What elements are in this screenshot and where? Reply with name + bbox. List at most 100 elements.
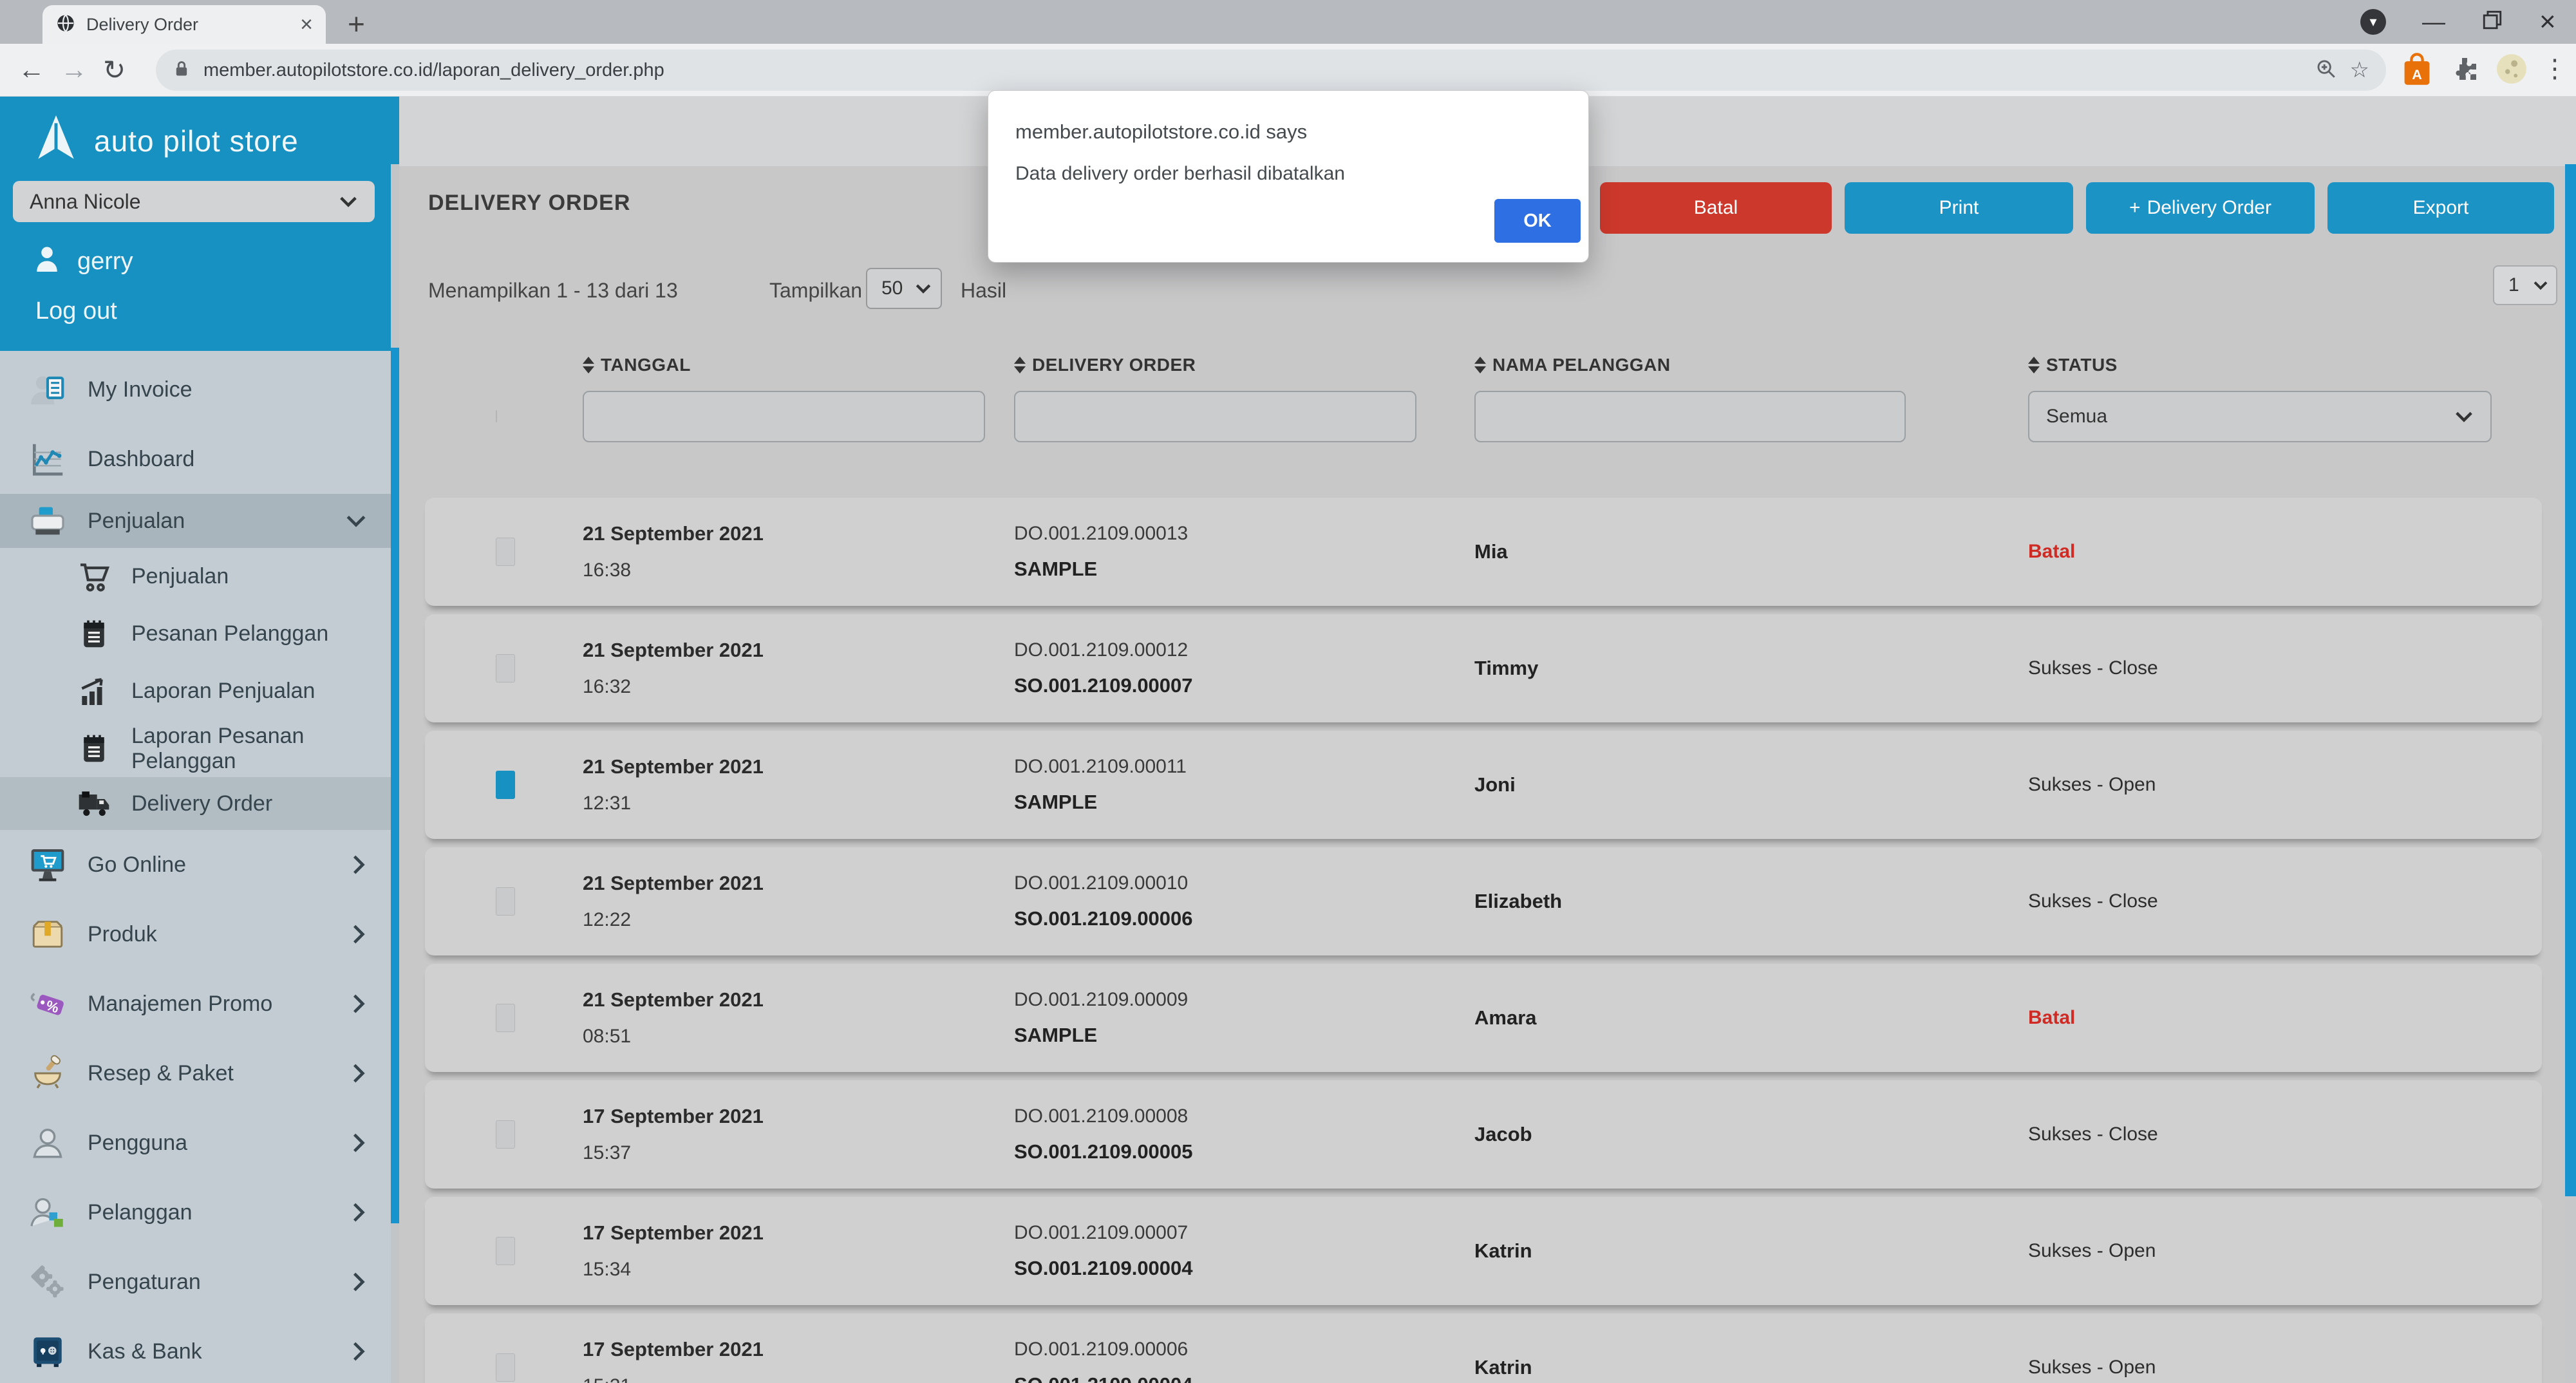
row-do-number: DO.001.2109.00007 [1014, 1222, 1474, 1244]
address-bar[interactable]: member.autopilotstore.co.id/laporan_deli… [156, 50, 2386, 91]
page-size-select[interactable]: 50 [866, 268, 942, 309]
browser-window: Delivery Order × + ▾ — × ← → ↻ member.au… [0, 0, 2576, 1383]
sidebar-item-laporan-penjualan[interactable]: Laporan Penjualan [0, 663, 399, 720]
filter-nama-pelanggan-input[interactable] [1474, 391, 1906, 442]
tampilkan-label: Tampilkan [769, 279, 862, 303]
chevron-right-icon [350, 1341, 367, 1362]
table-row[interactable]: 21 September 202116:38DO.001.2109.00013S… [425, 498, 2542, 606]
close-tab-icon[interactable]: × [300, 14, 313, 35]
row-customer: Elizabeth [1474, 890, 2028, 913]
batal-button[interactable]: Batal [1600, 182, 1832, 234]
forward-icon[interactable]: → [61, 54, 88, 85]
store-selector[interactable]: Anna Nicole [13, 181, 375, 222]
row-checkbox[interactable] [496, 1004, 515, 1032]
chevron-right-icon [350, 923, 367, 945]
content-scrollbar[interactable] [2565, 164, 2576, 1383]
sidebar-item-my-invoice[interactable]: My Invoice [0, 355, 399, 424]
safe-icon [27, 1331, 68, 1372]
filter-delivery-order-input[interactable] [1014, 391, 1416, 442]
browser-update-icon[interactable]: ▾ [2360, 9, 2386, 35]
row-status: Sukses - Open [2028, 774, 2542, 796]
autopilot-extension-icon[interactable]: A [2400, 52, 2434, 91]
table-body: 21 September 202116:38DO.001.2109.00013S… [425, 498, 2542, 1383]
close-window-button[interactable]: × [2539, 8, 2556, 36]
restore-window-button[interactable] [2481, 9, 2503, 35]
row-checkbox[interactable] [496, 771, 515, 799]
sidebar-scrollbar-thumb[interactable] [391, 348, 399, 1223]
table-row[interactable]: 21 September 202116:32DO.001.2109.00012S… [425, 614, 2542, 722]
sidebar-item-manajemen-promo[interactable]: %Manajemen Promo [0, 969, 399, 1039]
page-number-select[interactable]: 1 [2493, 265, 2557, 305]
new-tab-button[interactable]: + [348, 6, 365, 41]
filter-status-select[interactable]: Semua [2028, 391, 2492, 442]
row-checkbox[interactable] [496, 887, 515, 916]
bookmark-star-icon[interactable]: ☆ [2350, 57, 2369, 83]
profile-avatar[interactable] [2496, 53, 2528, 88]
sidebar-item-laporan-pesanan-pelanggan[interactable]: Laporan Pesanan Pelanggan [0, 720, 399, 777]
column-header-nama-pelanggan[interactable]: NAMA PELANGGAN [1474, 355, 2028, 375]
sidebar-item-penjualan[interactable]: Penjualan [0, 494, 399, 548]
sidebar-item-dashboard[interactable]: Dashboard [0, 424, 399, 494]
row-status: Sukses - Close [2028, 890, 2542, 912]
back-icon[interactable]: ← [18, 54, 45, 85]
row-date: 21 September 2021 [583, 988, 1014, 1011]
table-row[interactable]: 21 September 202108:51DO.001.2109.00009S… [425, 964, 2542, 1072]
sidebar-item-delivery-order[interactable]: Delivery Order [0, 777, 399, 830]
sidebar-item-produk[interactable]: Produk [0, 899, 399, 969]
table-row[interactable]: 17 September 202115:37DO.001.2109.00008S… [425, 1080, 2542, 1189]
row-customer: Timmy [1474, 657, 2028, 680]
extensions-puzzle-icon[interactable] [2449, 54, 2480, 88]
sort-icon [1474, 357, 1486, 373]
row-checkbox[interactable] [496, 1353, 515, 1382]
sidebar-scrollbar[interactable] [391, 164, 399, 1383]
column-header-status[interactable]: STATUS [2028, 355, 2540, 375]
chevron-right-icon [350, 1062, 367, 1084]
sidebar-item-go-online[interactable]: Go Online [0, 830, 399, 899]
globe-favicon-icon [55, 13, 76, 37]
content-scrollbar-thumb[interactable] [2565, 164, 2576, 1196]
dialog-ok-button[interactable]: OK [1494, 199, 1581, 243]
add-delivery-order-button[interactable]: +Delivery Order [2086, 182, 2315, 234]
row-customer: Mia [1474, 540, 2028, 563]
chevron-right-icon [350, 854, 367, 876]
tab-strip: Delivery Order × + ▾ — × [0, 0, 2576, 44]
cart-icon [76, 559, 112, 595]
row-checkbox[interactable] [496, 538, 515, 566]
row-time: 15:21 [583, 1375, 1014, 1383]
sidebar-item-penjualan[interactable]: Penjualan [0, 548, 399, 605]
sidebar-header: auto pilot store Anna Nicole gerry Log o… [0, 97, 399, 351]
column-header-tanggal[interactable]: TANGGAL [583, 355, 1014, 375]
row-checkbox[interactable] [496, 1120, 515, 1149]
sidebar-item-pesanan-pelanggan[interactable]: Pesanan Pelanggan [0, 605, 399, 663]
select-all-checkbox[interactable] [496, 410, 497, 422]
row-do-number: DO.001.2109.00011 [1014, 756, 1474, 778]
table-row[interactable]: 17 September 202115:21DO.001.2109.00006S… [425, 1313, 2542, 1383]
row-customer: Katrin [1474, 1356, 2028, 1379]
zoom-icon[interactable] [2315, 58, 2337, 83]
print-button[interactable]: Print [1845, 182, 2073, 234]
row-reference: SO.001.2109.00004 [1014, 1257, 1474, 1280]
table-row[interactable]: 17 September 202115:34DO.001.2109.00007S… [425, 1197, 2542, 1305]
sidebar-item-pengguna[interactable]: Pengguna [0, 1108, 399, 1178]
column-header-delivery-order[interactable]: DELIVERY ORDER [1014, 355, 1474, 375]
minimize-window-button[interactable]: — [2422, 10, 2445, 33]
table-row[interactable]: 21 September 202112:22DO.001.2109.00010S… [425, 847, 2542, 955]
logout-link[interactable]: Log out [35, 297, 117, 325]
row-date: 21 September 2021 [583, 755, 1014, 778]
reload-icon[interactable]: ↻ [103, 54, 126, 86]
row-do-number: DO.001.2109.00009 [1014, 989, 1474, 1011]
row-checkbox[interactable] [496, 654, 515, 682]
username: gerry [77, 248, 133, 276]
sidebar-item-resep-paket[interactable]: Resep & Paket [0, 1039, 399, 1108]
filter-tanggal-input[interactable] [583, 391, 985, 442]
browser-menu-kebab-icon[interactable]: ⋮ [2542, 54, 2568, 84]
sidebar-item-kas-bank[interactable]: Kas & Bank [0, 1317, 399, 1383]
sidebar-item-pengaturan[interactable]: Pengaturan [0, 1247, 399, 1317]
sidebar-item-pelanggan[interactable]: Pelanggan [0, 1178, 399, 1247]
row-checkbox[interactable] [496, 1237, 515, 1265]
table-row[interactable]: 21 September 202112:31DO.001.2109.00011S… [425, 731, 2542, 839]
monitor-icon [27, 844, 68, 885]
tag-icon: % [27, 983, 68, 1024]
browser-tab[interactable]: Delivery Order × [42, 5, 326, 44]
export-button[interactable]: Export [2327, 182, 2554, 234]
